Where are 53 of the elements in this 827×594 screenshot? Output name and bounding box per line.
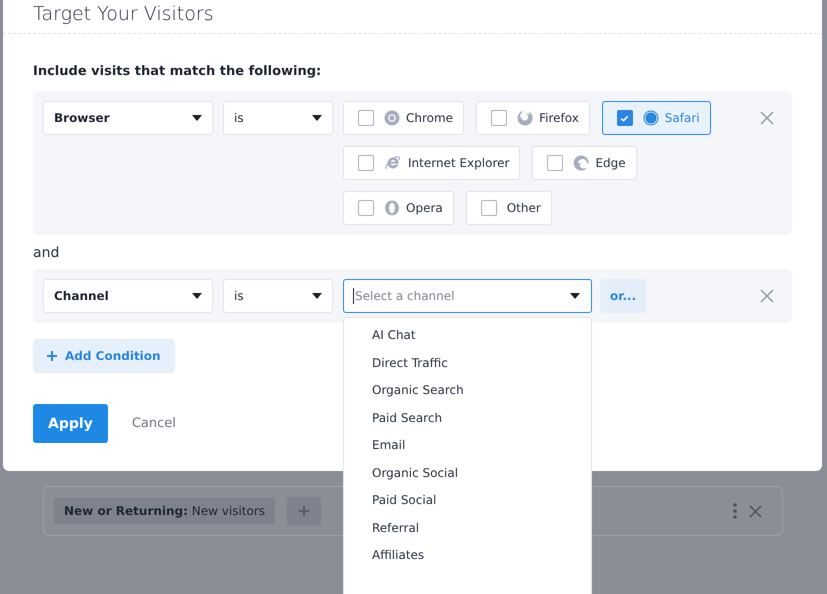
chrome-icon [384,110,400,126]
checkbox[interactable] [358,155,374,171]
checkbox[interactable] [616,110,633,126]
caret-icon [192,115,202,121]
opera-icon [384,200,400,216]
channel-select[interactable]: Select a channel [343,279,592,313]
plus-icon [47,351,57,361]
plus-icon [299,506,310,516]
checkmark-icon [620,114,630,122]
cancel-button[interactable]: Cancel [122,416,186,431]
joiner-text: and [33,245,60,261]
browser-option[interactable]: Internet Explorer [343,146,520,180]
field-select[interactable]: Channel [43,279,213,313]
close-icon[interactable] [760,289,774,303]
apply-button[interactable]: Apply [33,404,108,443]
intro-text: Include visits that match the following: [33,64,322,79]
checkbox[interactable] [358,110,374,126]
checkbox[interactable] [547,155,564,171]
dropdown-item[interactable]: Affiliates [344,542,591,570]
ie-icon [384,155,402,171]
caret-icon [312,293,322,299]
browser-option[interactable]: Firefox [476,101,590,135]
modal-title: Target Your Visitors [32,2,215,27]
browser-option[interactable]: Opera [343,191,454,225]
dropdown-item[interactable]: Referral [344,514,591,542]
kebab-menu-icon[interactable] [733,503,737,519]
browser-option[interactable]: Edge [532,146,637,180]
dropdown-item[interactable]: Paid Social [344,487,591,514]
dropdown-item[interactable]: Direct Traffic [344,350,591,377]
plus-button[interactable] [287,497,322,525]
dropdown-item[interactable]: Paid Search [344,404,591,432]
fox-icon [517,110,534,126]
operator-select[interactable]: is [223,101,333,135]
checkbox[interactable] [480,200,497,216]
swirl-icon [573,155,590,171]
segment-chip[interactable]: New or Returning: New visitors [54,498,276,524]
dropdown-item[interactable]: Email [344,432,591,460]
close-icon[interactable] [749,504,762,518]
checkbox[interactable] [358,200,374,216]
compass-icon [642,110,659,126]
dropdown-item[interactable]: AI Chat [344,322,591,350]
caret-icon [570,293,580,299]
caret-icon [192,293,202,299]
field-select[interactable]: Browser [43,101,213,135]
text-cursor [353,288,354,304]
browser-option[interactable]: Other [466,191,552,225]
browser-option[interactable]: Chrome [343,101,464,135]
operator-select[interactable]: is [223,279,333,313]
caret-icon [312,115,322,121]
dropdown-item[interactable]: Organic Social [344,460,591,487]
dropdown-item[interactable]: Organic Search [344,377,591,404]
checkbox[interactable] [491,110,508,126]
close-icon[interactable] [760,111,774,125]
